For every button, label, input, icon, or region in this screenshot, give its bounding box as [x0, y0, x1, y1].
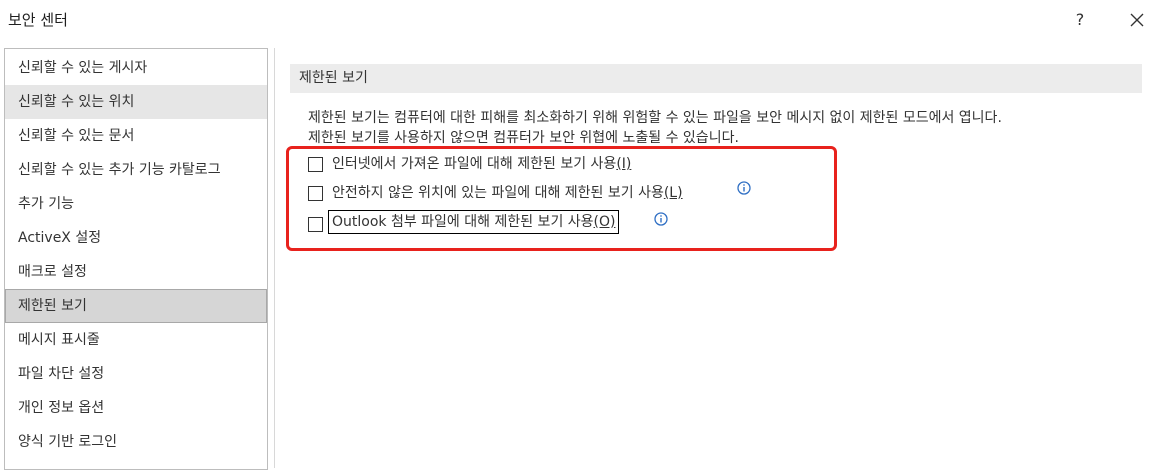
checkbox-outlook-attachments[interactable] [308, 217, 323, 232]
section-title: 제한된 보기 [290, 64, 1142, 93]
pane-divider [274, 48, 275, 468]
sidebar-item-macro-settings[interactable]: 매크로 설정 [5, 255, 267, 289]
option-unsafe-locations-label[interactable]: 안전하지 않은 위치에 있는 파일에 대해 제한된 보기 사용(L) [332, 182, 683, 204]
help-button[interactable]: ? [1068, 7, 1092, 33]
sidebar-item-trusted-documents[interactable]: 신뢰할 수 있는 문서 [5, 119, 267, 153]
sidebar-item-privacy-options[interactable]: 개인 정보 옵션 [5, 391, 267, 425]
title-bar: 보안 센터 ? [0, 0, 1158, 40]
sidebar-item-file-block-settings[interactable]: 파일 차단 설정 [5, 357, 267, 391]
option-internet-files-label[interactable]: 인터넷에서 가져온 파일에 대해 제한된 보기 사용(I) [332, 153, 631, 175]
close-icon [1130, 13, 1144, 27]
sidebar-item-activex-settings[interactable]: ActiveX 설정 [5, 221, 267, 255]
category-sidebar: 신뢰할 수 있는 게시자 신뢰할 수 있는 위치 신뢰할 수 있는 문서 신뢰할… [4, 48, 268, 470]
info-icon[interactable] [654, 212, 668, 226]
sidebar-item-trusted-publishers[interactable]: 신뢰할 수 있는 게시자 [5, 51, 267, 85]
close-button[interactable] [1124, 7, 1150, 33]
sidebar-item-form-based-signin[interactable]: 양식 기반 로그인 [5, 425, 267, 459]
sidebar-item-protected-view[interactable]: 제한된 보기 [5, 289, 267, 323]
sidebar-item-trusted-locations[interactable]: 신뢰할 수 있는 위치 [5, 85, 267, 119]
sidebar-item-trusted-addin-catalogs[interactable]: 신뢰할 수 있는 추가 기능 카탈로그 [5, 153, 267, 187]
option-outlook-attachments-label[interactable]: Outlook 첨부 파일에 대해 제한된 보기 사용(O) [328, 210, 620, 234]
sidebar-item-message-bar[interactable]: 메시지 표시줄 [5, 323, 267, 357]
description-line-2: 제한된 보기를 사용하지 않으면 컴퓨터가 보안 위협에 노출될 수 있습니다. [308, 130, 739, 146]
checkbox-unsafe-locations[interactable] [308, 186, 323, 201]
checkbox-internet-files[interactable] [308, 157, 323, 172]
info-icon[interactable] [737, 181, 751, 195]
description-line-1: 제한된 보기는 컴퓨터에 대한 피해를 최소화하기 위해 위험할 수 있는 파일… [308, 110, 1002, 126]
dialog-title: 보안 센터 [8, 11, 68, 29]
sidebar-item-addins[interactable]: 추가 기능 [5, 187, 267, 221]
